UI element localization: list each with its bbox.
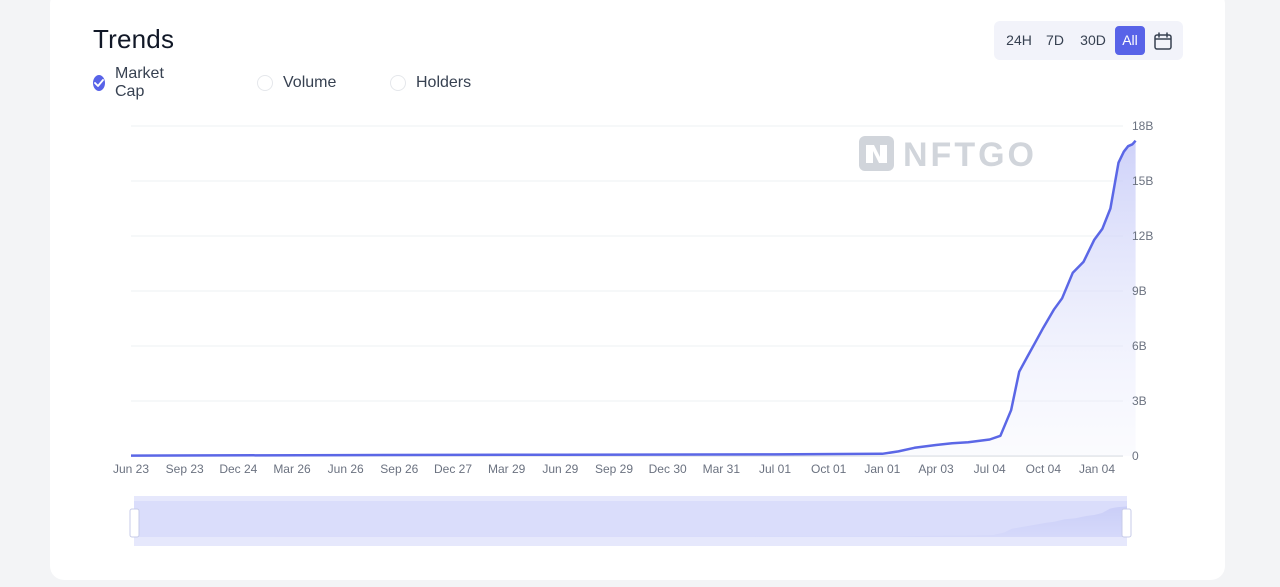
x-tick-label: Sep 26 bbox=[380, 462, 418, 476]
y-tick-label: 9B bbox=[1132, 284, 1147, 298]
x-tick-label: Sep 23 bbox=[166, 462, 204, 476]
x-tick-label: Dec 30 bbox=[649, 462, 687, 476]
x-tick-label: Sep 29 bbox=[595, 462, 633, 476]
x-tick-label: Apr 03 bbox=[918, 462, 954, 476]
y-tick-label: 15B bbox=[1132, 174, 1153, 188]
y-tick-label: 18B bbox=[1132, 119, 1153, 133]
x-tick-label: Jul 04 bbox=[974, 462, 1006, 476]
slider-selection[interactable] bbox=[134, 501, 1127, 537]
x-axis-ticks: Jun 23 Sep 23 Dec 24 Mar 26 Jun 26 Sep 26 Dec … bbox=[113, 462, 1115, 476]
x-tick-label: Oct 01 bbox=[811, 462, 847, 476]
x-tick-label: Jun 29 bbox=[542, 462, 578, 476]
x-tick-label: Oct 04 bbox=[1026, 462, 1062, 476]
y-tick-label: 6B bbox=[1132, 339, 1147, 353]
series-line bbox=[130, 139, 1137, 457]
watermark-text: NFTGO bbox=[903, 136, 1037, 174]
x-tick-label: Jan 01 bbox=[864, 462, 900, 476]
area-layer bbox=[130, 139, 1137, 457]
x-tick-label: Mar 26 bbox=[273, 462, 311, 476]
grid-lines bbox=[131, 125, 1123, 457]
y-tick-label: 12B bbox=[1132, 229, 1153, 243]
x-tick-label: Mar 29 bbox=[488, 462, 526, 476]
slider-right-handle[interactable] bbox=[1121, 508, 1132, 538]
x-tick-label: Dec 27 bbox=[434, 462, 472, 476]
x-tick-label: Jun 26 bbox=[328, 462, 364, 476]
series-area bbox=[131, 140, 1136, 456]
watermark: NFTGO bbox=[859, 136, 1037, 174]
y-tick-label: 3B bbox=[1132, 394, 1147, 408]
x-tick-label: Jan 04 bbox=[1079, 462, 1115, 476]
x-tick-label: Mar 31 bbox=[703, 462, 741, 476]
x-tick-label: Jun 23 bbox=[113, 462, 149, 476]
x-tick-label: Dec 24 bbox=[219, 462, 257, 476]
y-tick-label: 0 bbox=[1132, 449, 1139, 463]
range-slider[interactable] bbox=[129, 496, 1132, 546]
market-cap-chart: NFTGO 0 3B 6B 9B 12B 15B 18B Jun 23 Sep 23 Dec 2… bbox=[113, 119, 1153, 546]
x-tick-label: Jul 01 bbox=[759, 462, 791, 476]
slider-left-handle[interactable] bbox=[129, 508, 140, 538]
